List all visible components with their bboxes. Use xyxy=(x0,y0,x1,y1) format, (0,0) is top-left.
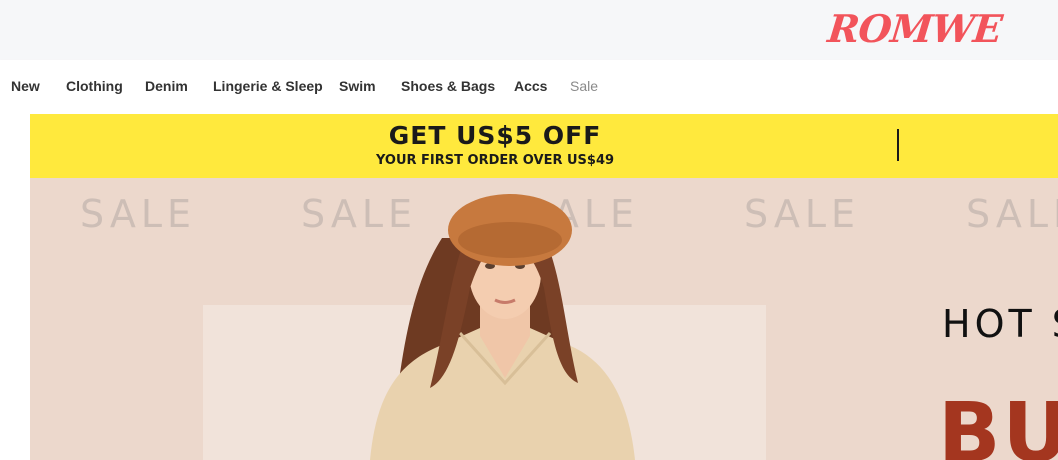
nav-item-denim[interactable]: Denim xyxy=(145,60,188,114)
nav-item-lingerie-sleep[interactable]: Lingerie & Sleep xyxy=(213,60,323,114)
promo-divider xyxy=(897,129,899,161)
nav-item-sale[interactable]: Sale xyxy=(570,60,598,114)
nav-item-clothing[interactable]: Clothing xyxy=(66,60,123,114)
sale-watermark: SALE xyxy=(744,192,861,236)
hero-banner[interactable]: SALE SALE SALE SALE SALE HOT S BU xyxy=(30,178,1058,460)
promo-banner[interactable]: GET US$5 OFF YOUR FIRST ORDER OVER US$49 xyxy=(30,114,1058,178)
nav-item-shoes-bags[interactable]: Shoes & Bags xyxy=(401,60,495,114)
nav-item-swim[interactable]: Swim xyxy=(339,60,376,114)
sale-watermark: SALE xyxy=(966,192,1058,236)
model-image xyxy=(370,194,635,460)
left-gutter xyxy=(0,114,31,460)
hero-big-text: BU xyxy=(938,386,1058,460)
romwe-logo[interactable]: ROMWE xyxy=(825,2,1004,56)
nav-item-new[interactable]: New xyxy=(11,60,40,114)
promo-subtitle: YOUR FIRST ORDER OVER US$49 xyxy=(375,153,615,168)
promo-title: GET US$5 OFF xyxy=(388,121,602,150)
top-bar: ROMWE xyxy=(0,0,1058,60)
sale-watermark: SALE xyxy=(80,192,197,236)
hero-headline: HOT S xyxy=(942,302,1058,346)
nav-item-accs[interactable]: Accs xyxy=(514,60,547,114)
main-nav: New Clothing Denim Lingerie & Sleep Swim… xyxy=(0,60,1058,114)
